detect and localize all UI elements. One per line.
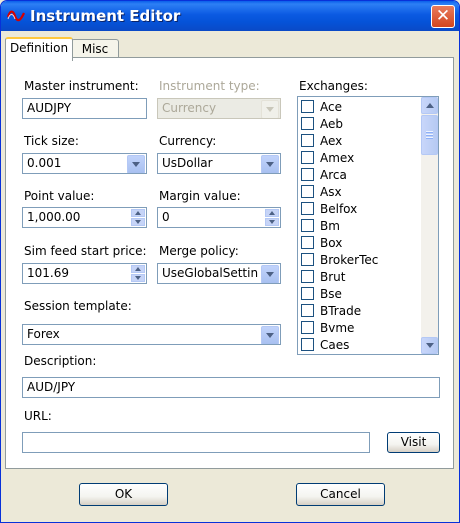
margin-value-label: Margin value:	[159, 189, 241, 203]
exchange-label: Bse	[320, 287, 342, 301]
url-label: URL:	[24, 409, 52, 423]
checkbox[interactable]	[301, 338, 314, 351]
exchange-label: Aeb	[320, 117, 343, 131]
spin-down-icon[interactable]	[131, 218, 145, 226]
tick-size-value: 0.001	[27, 156, 62, 170]
checkbox[interactable]	[301, 304, 314, 317]
visit-button[interactable]: Visit	[387, 432, 440, 453]
exchanges-label: Exchanges:	[299, 79, 368, 93]
checkbox[interactable]	[301, 202, 314, 215]
exchange-label: Amex	[320, 151, 355, 165]
point-value-label: Point value:	[24, 189, 95, 203]
currency-label: Currency:	[159, 134, 217, 148]
sim-feed-start-price-value: 101.69	[27, 266, 69, 280]
point-value-stepper[interactable]: 1,000.00	[22, 207, 147, 228]
session-template-select[interactable]: Forex	[22, 324, 281, 345]
exchange-label: Brut	[320, 270, 346, 284]
margin-value-value: 0	[162, 210, 170, 224]
merge-policy-label: Merge policy:	[159, 244, 239, 258]
scroll-up-icon[interactable]	[421, 97, 438, 114]
master-instrument-field[interactable]: AUDJPY	[22, 98, 147, 119]
spinner-icon[interactable]	[131, 209, 145, 226]
merge-policy-select[interactable]: UseGlobalSettin	[157, 263, 281, 284]
spin-up-icon[interactable]	[131, 209, 145, 217]
instrument-type-select: Currency	[157, 98, 281, 119]
description-field[interactable]: AUD/JPY	[22, 377, 440, 398]
merge-policy-value: UseGlobalSettin	[162, 266, 259, 280]
instrument-editor-window: Instrument Editor ✕ Definition Misc Mast…	[0, 0, 460, 523]
checkbox[interactable]	[301, 287, 314, 300]
checkbox[interactable]	[301, 236, 314, 249]
checkbox[interactable]	[301, 270, 314, 283]
spinner-icon[interactable]	[265, 209, 279, 226]
checkbox[interactable]	[301, 321, 314, 334]
margin-value-stepper[interactable]: 0	[157, 207, 281, 228]
checkbox[interactable]	[301, 151, 314, 164]
exchanges-scrollbar[interactable]	[421, 97, 438, 354]
checkbox[interactable]	[301, 168, 314, 181]
scroll-thumb[interactable]	[421, 115, 438, 155]
spin-up-icon[interactable]	[131, 265, 145, 273]
exchange-label: Asx	[320, 185, 342, 199]
exchange-label: BrokerTec	[320, 253, 379, 267]
spin-up-icon[interactable]	[265, 209, 279, 217]
exchange-label: BTrade	[320, 304, 362, 318]
exchange-label: Bm	[320, 219, 340, 233]
checkbox[interactable]	[301, 253, 314, 266]
scroll-down-icon[interactable]	[421, 337, 438, 354]
description-label: Description:	[24, 354, 97, 368]
exchanges-list[interactable]: Ace Aeb Aex Amex Arca Asx Belfox Bm Box …	[297, 96, 439, 355]
exchange-label: Bvme	[320, 321, 355, 335]
instrument-type-label: Instrument type:	[159, 79, 260, 93]
exchange-label: Belfox	[320, 202, 358, 216]
exchange-label: Caes	[320, 338, 350, 352]
checkbox[interactable]	[301, 219, 314, 232]
session-template-label: Session template:	[24, 299, 132, 313]
url-field[interactable]	[22, 432, 370, 453]
exchange-label: Box	[320, 236, 343, 250]
session-template-value: Forex	[27, 327, 60, 341]
tick-size-select[interactable]: 0.001	[22, 153, 147, 174]
exchange-label: Arca	[320, 168, 347, 182]
exchange-label: Aex	[320, 134, 343, 148]
sim-feed-start-price-label: Sim feed start price:	[24, 244, 147, 258]
checkbox[interactable]	[301, 134, 314, 147]
checkbox[interactable]	[301, 185, 314, 198]
tick-size-label: Tick size:	[24, 134, 79, 148]
currency-select[interactable]: UsDollar	[157, 153, 281, 174]
instrument-type-value: Currency	[162, 101, 217, 115]
spinner-icon[interactable]	[131, 265, 145, 282]
currency-value: UsDollar	[162, 156, 213, 170]
point-value-value: 1,000.00	[27, 210, 81, 224]
master-instrument-label: Master instrument:	[24, 79, 139, 93]
chevron-down-icon	[261, 100, 279, 118]
checkbox[interactable]	[301, 100, 314, 113]
chevron-down-icon[interactable]	[261, 265, 279, 283]
spin-down-icon[interactable]	[131, 274, 145, 282]
chevron-down-icon[interactable]	[261, 326, 279, 344]
checkbox[interactable]	[301, 117, 314, 130]
chevron-down-icon[interactable]	[261, 155, 279, 173]
sim-feed-start-price-stepper[interactable]: 101.69	[22, 263, 147, 284]
spin-down-icon[interactable]	[265, 218, 279, 226]
chevron-down-icon[interactable]	[127, 155, 145, 173]
exchange-label: Ace	[320, 100, 342, 114]
